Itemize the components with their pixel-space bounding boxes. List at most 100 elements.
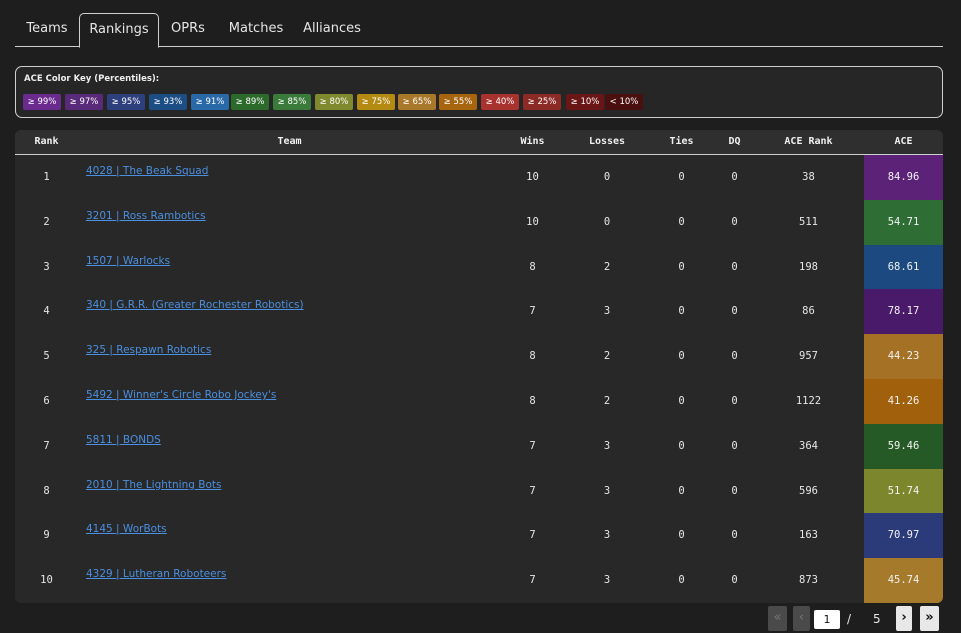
color-key-chip: ≥ 99% [23, 94, 61, 110]
total-pages: 5 [873, 612, 881, 626]
tab-rankings[interactable]: Rankings [79, 13, 159, 48]
cell-wins: 8 [529, 395, 536, 407]
cell-ties: 0 [678, 484, 685, 497]
header-rank: Rank [34, 136, 59, 147]
cell-dq: 0 [731, 439, 738, 452]
cell-ties: 0 [678, 260, 685, 273]
cell-ties: 0 [678, 350, 685, 363]
cell-losses: 3 [603, 574, 611, 587]
table-row: 8 7 3 0 0 596 2010 | The Lightning Bots 51.74 [15, 468, 943, 514]
cell-rank: 8 [43, 484, 50, 497]
cell-ace-rank: 1122 [795, 395, 822, 407]
cell-losses: 0 [603, 171, 611, 183]
cell-dq: 0 [731, 350, 738, 363]
cell-wins: 10 [526, 171, 539, 183]
cell-losses: 2 [603, 395, 611, 407]
cell-rank: 5 [43, 350, 50, 363]
cell-ties: 0 [678, 305, 685, 318]
table-row: 3 8 2 0 0 198 1507 | Warlocks 68.61 [15, 244, 943, 290]
cell-rank: 3 [43, 260, 50, 273]
cell-ace-rank: 957 [799, 350, 818, 363]
prev-page-button[interactable]: ‹ [793, 606, 810, 631]
color-key-chip: ≥ 75% [357, 94, 395, 110]
color-key-chip: < 10% [605, 94, 643, 110]
cell-rank: 6 [43, 395, 50, 407]
cell-losses: 3 [603, 305, 611, 318]
tab-teams[interactable]: Teams [15, 13, 79, 47]
cell-ties: 0 [678, 439, 685, 452]
color-key-chip: ≥ 89% [231, 94, 269, 110]
team-link[interactable]: 4329 | Lutheran Roboteers [86, 568, 226, 580]
team-link[interactable]: 4145 | WorBots [86, 523, 167, 535]
team-link[interactable]: 2010 | The Lightning Bots [86, 479, 221, 491]
table-header: Rank Team Wins Losses Ties DQ ACE Rank A… [15, 130, 943, 155]
tab-oprs[interactable]: OPRs [161, 13, 215, 47]
cell-ace-rank: 198 [799, 260, 818, 273]
team-link[interactable]: 3201 | Ross Rambotics [86, 210, 206, 222]
cell-wins: 8 [529, 260, 536, 273]
cell-ace-rank: 38 [802, 171, 815, 183]
team-link[interactable]: 325 | Respawn Robotics [86, 344, 211, 356]
table-row: 7 7 3 0 0 364 5811 | BONDS 59.46 [15, 423, 943, 469]
header-wins: Wins [520, 136, 545, 147]
color-key-chip: ≥ 10% [566, 94, 604, 110]
cell-dq: 0 [731, 484, 738, 497]
page-number-input[interactable] [814, 610, 840, 629]
cell-losses: 0 [603, 215, 611, 228]
page-separator: / [847, 612, 852, 626]
team-link[interactable]: 1507 | Warlocks [86, 255, 170, 267]
next-page-button[interactable]: › [896, 606, 912, 631]
cell-ace: 59.46 [864, 423, 943, 469]
cell-ace: 70.97 [864, 513, 943, 559]
tab-alliances[interactable]: Alliances [299, 13, 365, 47]
cell-ace: 78.17 [864, 289, 943, 335]
header-dq: DQ [728, 136, 741, 147]
header-ace-rank: ACE Rank [784, 136, 833, 147]
cell-ace-rank: 86 [802, 305, 815, 318]
cell-ties: 0 [678, 574, 685, 587]
cell-ace: 51.74 [864, 468, 943, 514]
header-team: Team [277, 136, 302, 147]
cell-wins: 7 [529, 574, 536, 587]
team-link[interactable]: 5811 | BONDS [86, 434, 161, 446]
cell-rank: 7 [43, 439, 50, 452]
cell-ties: 0 [678, 215, 685, 228]
team-link[interactable]: 5492 | Winner's Circle Robo Jockey's [86, 389, 276, 401]
header-ties: Ties [669, 136, 694, 147]
first-page-button[interactable]: « [768, 606, 787, 631]
cell-wins: 7 [529, 529, 536, 542]
cell-rank: 4 [43, 305, 50, 318]
team-link[interactable]: 4028 | The Beak Squad [86, 165, 208, 177]
table-row: 5 8 2 0 0 957 325 | Respawn Robotics 44.23 [15, 334, 943, 380]
cell-dq: 0 [731, 574, 738, 587]
cell-losses: 2 [603, 260, 611, 273]
color-key-title: ACE Color Key (Percentiles): [24, 74, 160, 84]
cell-losses: 2 [603, 350, 611, 363]
last-page-button[interactable]: » [920, 606, 939, 631]
table-row: 2 10 0 0 0 511 3201 | Ross Rambotics 54.71 [15, 199, 943, 245]
team-link[interactable]: 340 | G.R.R. (Greater Rochester Robotics… [86, 299, 304, 311]
cell-losses: 3 [603, 484, 611, 497]
cell-dq: 0 [731, 395, 738, 407]
header-losses: Losses [588, 136, 626, 147]
cell-ties: 0 [678, 395, 685, 407]
cell-losses: 3 [603, 439, 611, 452]
cell-rank: 10 [40, 574, 53, 587]
cell-wins: 7 [529, 439, 536, 452]
rankings-table: Rank Team Wins Losses Ties DQ ACE Rank A… [15, 130, 943, 603]
color-key-chip: ≥ 65% [398, 94, 436, 110]
cell-ace: 41.26 [864, 379, 943, 424]
cell-dq: 0 [731, 171, 738, 183]
cell-wins: 7 [529, 305, 536, 318]
cell-rank: 1 [43, 171, 50, 183]
cell-dq: 0 [731, 305, 738, 318]
cell-losses: 3 [603, 529, 611, 542]
cell-dq: 0 [731, 260, 738, 273]
cell-ace-rank: 596 [799, 484, 818, 497]
cell-ace-rank: 163 [799, 529, 818, 542]
cell-ace: 44.23 [864, 334, 943, 380]
color-key-chip: ≥ 85% [273, 94, 311, 110]
tab-matches[interactable]: Matches [221, 13, 291, 47]
cell-ace: 54.71 [864, 199, 943, 245]
cell-ties: 0 [678, 529, 685, 542]
